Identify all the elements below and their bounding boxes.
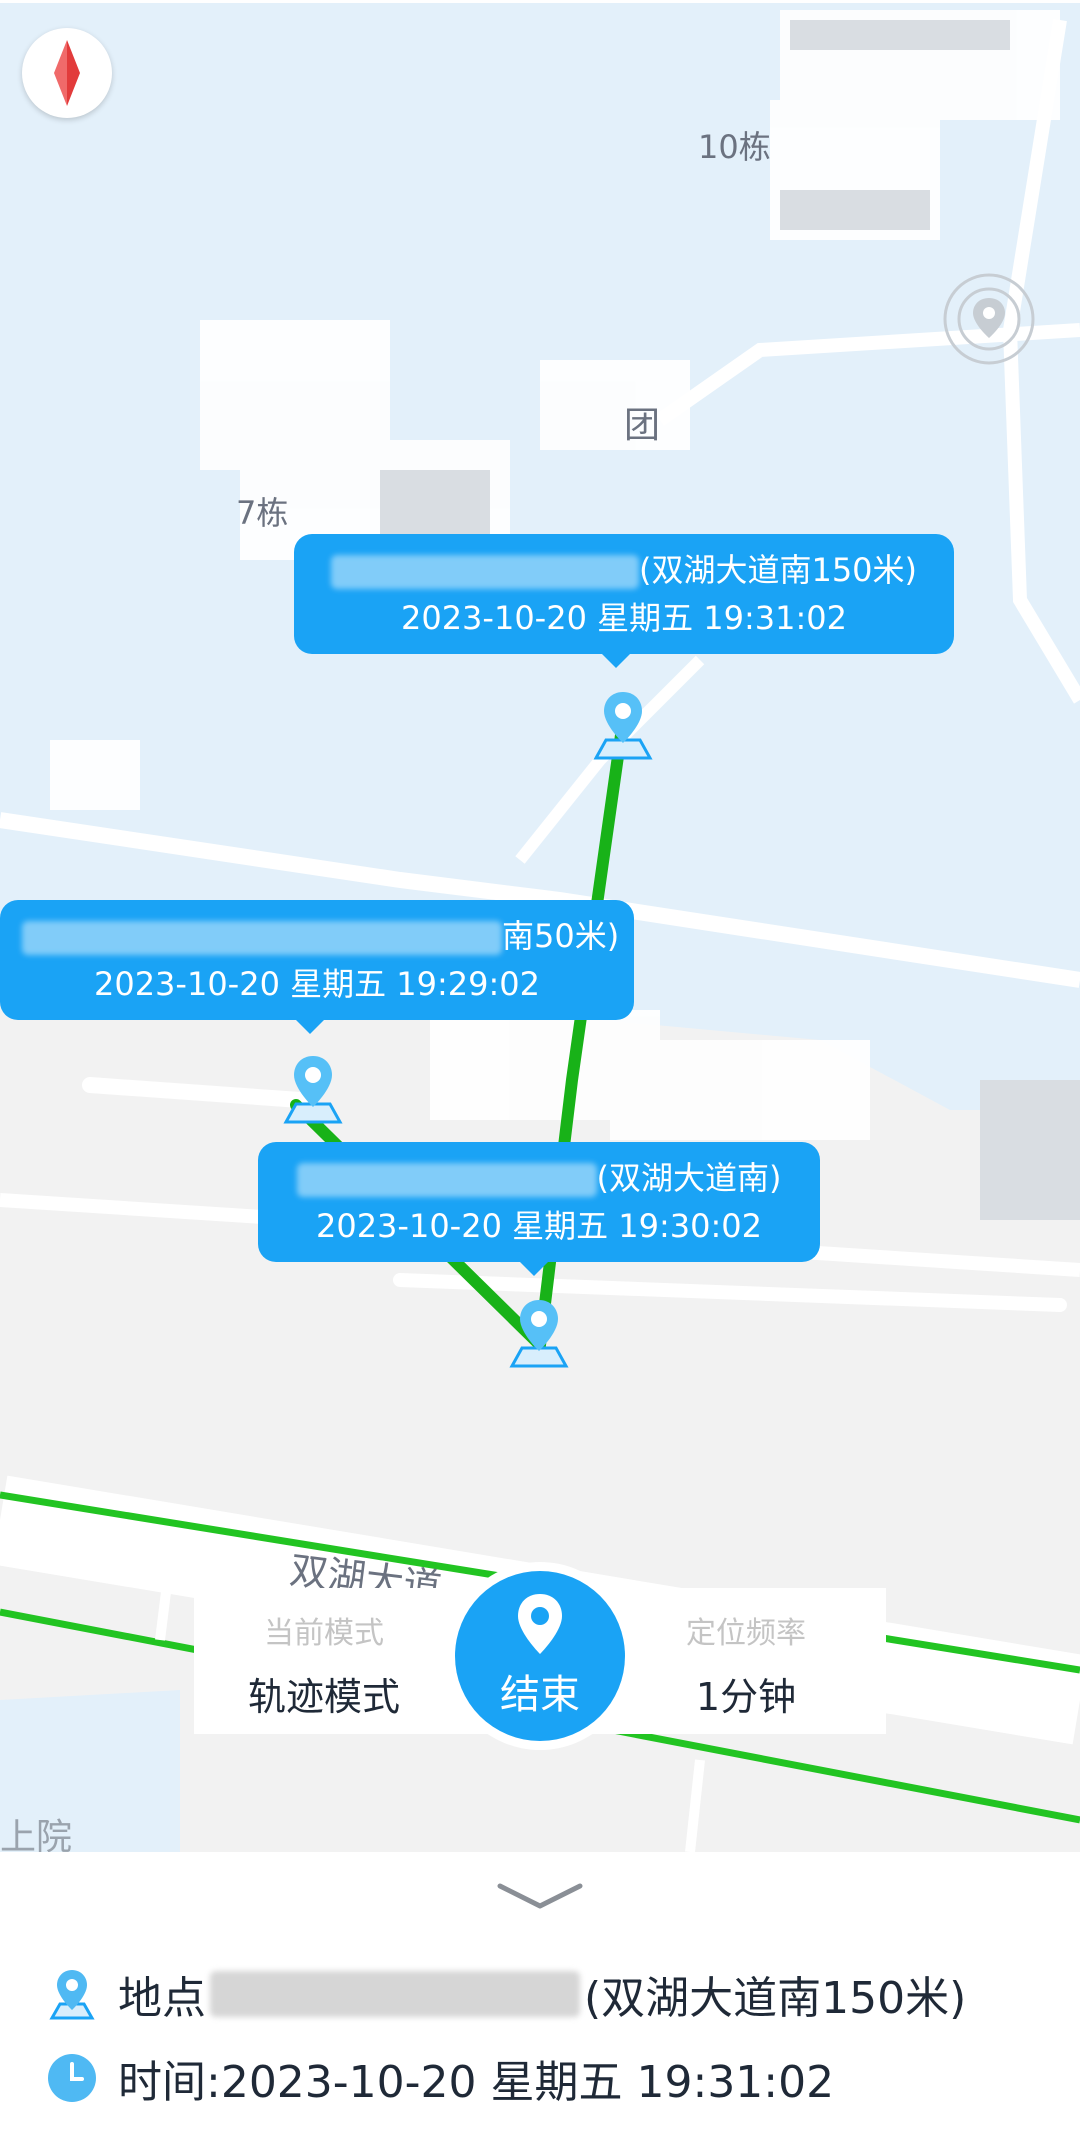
chevron-down-icon[interactable] bbox=[496, 1882, 584, 1912]
building-label-10: 10栋 bbox=[698, 128, 771, 166]
end-button[interactable]: 结束 bbox=[455, 1571, 625, 1741]
location-pin-icon[interactable] bbox=[586, 688, 660, 762]
bubble-location: 南50米) bbox=[502, 917, 620, 955]
current-mode-label: 当前模式 bbox=[264, 1616, 384, 1651]
location-prefix: 地点 bbox=[118, 1973, 206, 2024]
bubble-time: 2023-10-20 星期五 19:30:02 bbox=[315, 1207, 763, 1245]
location-suffix: (双湖大道南150米) bbox=[584, 1973, 967, 2024]
time-row: 时间:2023-10-20 星期五 19:31:02 bbox=[46, 2046, 834, 2110]
time-text: 时间:2023-10-20 星期五 19:31:02 bbox=[118, 2057, 835, 2108]
track-bubble[interactable]: (双湖大道南150米) 2023-10-20 星期五 19:31:02 bbox=[294, 534, 954, 668]
frequency-value: 1分钟 bbox=[695, 1675, 797, 1719]
locate-icon[interactable] bbox=[942, 272, 1036, 366]
location-pin-icon[interactable] bbox=[502, 1296, 576, 1370]
bubble-location: (双湖大道南150米) bbox=[638, 551, 918, 589]
building-label-7: 7栋 bbox=[236, 494, 289, 532]
compass-button[interactable] bbox=[22, 28, 112, 118]
area-label: 上院 bbox=[0, 1817, 73, 1852]
location-frequency[interactable]: 定位频率 1分钟 bbox=[626, 1588, 866, 1734]
location-pin-icon[interactable] bbox=[276, 1052, 350, 1126]
end-button-label: 结束 bbox=[500, 1672, 580, 1718]
frequency-label: 定位频率 bbox=[686, 1616, 806, 1651]
clock-icon bbox=[48, 2054, 96, 2102]
track-bubble[interactable]: 南50米) 2023-10-20 星期五 19:29:02 bbox=[0, 900, 634, 1034]
bubble-location: (双湖大道南) bbox=[596, 1159, 782, 1197]
end-pin-icon bbox=[518, 1594, 562, 1654]
info-panel: 地点 (双湖大道南150米) 时间:2023-10-20 星期五 19:31:0… bbox=[0, 1852, 1080, 2142]
current-mode-value: 轨迹模式 bbox=[247, 1675, 400, 1719]
location-row: 地点 (双湖大道南150米) bbox=[46, 1962, 966, 2026]
bubble-time: 2023-10-20 星期五 19:29:02 bbox=[93, 965, 541, 1003]
map-view[interactable]: 10栋 7栋 团 双湖大道 上院 (双湖大道南150米) 2023-10-20 … bbox=[0, 0, 1080, 1852]
poi-label: 团 bbox=[624, 405, 661, 446]
current-mode[interactable]: 当前模式 轨迹模式 bbox=[204, 1588, 444, 1734]
bubble-time: 2023-10-20 星期五 19:31:02 bbox=[400, 599, 848, 637]
end-button-ring: 结束 bbox=[446, 1562, 634, 1750]
location-pin-icon bbox=[49, 1970, 95, 2020]
track-bubble[interactable]: (双湖大道南) 2023-10-20 星期五 19:30:02 bbox=[258, 1142, 820, 1276]
compass-icon bbox=[54, 40, 80, 106]
